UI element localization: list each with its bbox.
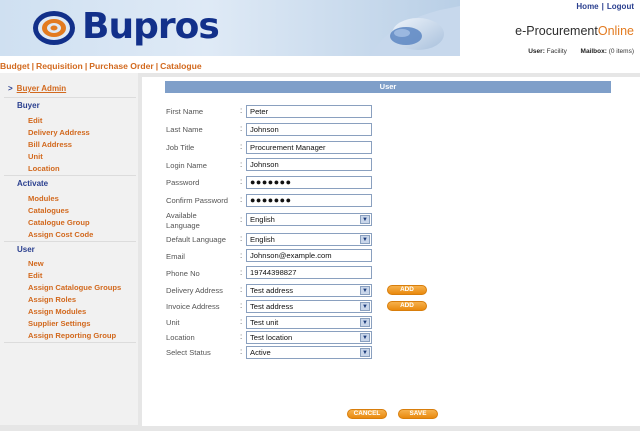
form-title-bar: User bbox=[165, 81, 611, 93]
logout-link[interactable]: Logout bbox=[607, 2, 634, 11]
add-invoice-address-button[interactable]: ADD bbox=[387, 301, 427, 311]
sidebar-item-assign-reporting-group[interactable]: Assign Reporting Group bbox=[28, 331, 116, 340]
cancel-button[interactable]: CANCEL bbox=[347, 409, 387, 419]
nav-purchase-order[interactable]: Purchase Order bbox=[89, 61, 153, 71]
home-link[interactable]: Home bbox=[576, 2, 598, 11]
nav-budget[interactable]: Budget bbox=[0, 61, 30, 71]
job-title-label: Job Title bbox=[166, 143, 195, 152]
hand-mouse-icon bbox=[370, 6, 460, 56]
main-nav: Budget | Requisition | Purchase Order | Catalo… bbox=[0, 61, 202, 71]
sidebar-item-unit[interactable]: Unit bbox=[28, 152, 43, 161]
confirm-password-field[interactable]: ●●●●●●● bbox=[246, 194, 372, 207]
user-value: Facility bbox=[546, 48, 567, 55]
sidebar-item-catalogues[interactable]: Catalogues bbox=[28, 206, 69, 215]
sidebar-item-assign-roles[interactable]: Assign Roles bbox=[28, 295, 76, 304]
sidebar-heading-activate: Activate bbox=[17, 179, 49, 188]
unit-select[interactable]: Test unit ▼ bbox=[246, 316, 372, 329]
nav-requisition[interactable]: Requisition bbox=[36, 61, 83, 71]
sidebar-heading-user: User bbox=[17, 245, 35, 254]
location-label: Location bbox=[166, 333, 195, 342]
available-language-select[interactable]: English ▼ bbox=[246, 213, 372, 226]
sidebar-item-location[interactable]: Location bbox=[28, 164, 60, 173]
email-label: Email bbox=[166, 252, 185, 261]
add-delivery-address-button[interactable]: ADD bbox=[387, 285, 427, 295]
password-label: Password bbox=[166, 178, 200, 187]
last-name-field[interactable]: Johnson bbox=[246, 123, 372, 136]
save-button[interactable]: SAVE bbox=[398, 409, 438, 419]
default-language-select[interactable]: English ▼ bbox=[246, 233, 372, 246]
first-name-field[interactable]: Peter bbox=[246, 105, 372, 118]
location-select[interactable]: Test location ▼ bbox=[246, 331, 372, 344]
brand-text: e-Procurement bbox=[515, 24, 598, 38]
delivery-address-select[interactable]: Test address ▼ bbox=[246, 284, 372, 297]
brand-suffix: Online bbox=[597, 24, 634, 38]
phone-field[interactable]: 19744398827 bbox=[246, 266, 372, 279]
invoice-address-select[interactable]: Test address ▼ bbox=[246, 300, 372, 313]
header-banner: Bupros bbox=[0, 0, 460, 56]
sidebar-item-bill-address[interactable]: Bill Address bbox=[28, 140, 72, 149]
bupros-logo-icon bbox=[33, 11, 75, 45]
chevron-down-icon[interactable]: ▼ bbox=[360, 302, 370, 311]
chevron-down-icon[interactable]: ▼ bbox=[360, 235, 370, 244]
invoice-address-label: Invoice Address bbox=[166, 302, 220, 311]
sidebar-item-buyer-edit[interactable]: Edit bbox=[28, 116, 42, 125]
available-language-label: Available Language bbox=[166, 211, 200, 230]
chevron-down-icon[interactable]: ▼ bbox=[360, 318, 370, 327]
sidebar-item-modules[interactable]: Modules bbox=[28, 194, 59, 203]
unit-label: Unit bbox=[166, 318, 180, 327]
password-field[interactable]: ●●●●●●● bbox=[246, 176, 372, 189]
status-label: Select Status bbox=[166, 348, 211, 357]
arrow-right-icon: > bbox=[8, 84, 13, 93]
nav-catalogue[interactable]: Catalogue bbox=[160, 61, 202, 71]
status-select[interactable]: Active ▼ bbox=[246, 346, 372, 359]
first-name-label: First Name bbox=[166, 107, 204, 116]
confirm-password-label: Confirm Password bbox=[166, 196, 229, 205]
login-name-label: Login Name bbox=[166, 161, 207, 170]
chevron-down-icon[interactable]: ▼ bbox=[360, 348, 370, 357]
chevron-down-icon[interactable]: ▼ bbox=[360, 286, 370, 295]
sidebar-heading-buyer: Buyer bbox=[17, 101, 40, 110]
sidebar-item-new[interactable]: New bbox=[28, 259, 44, 268]
sidebar-item-assign-catalogue-groups[interactable]: Assign Catalogue Groups bbox=[28, 283, 121, 292]
top-links: Home | Logout bbox=[576, 2, 634, 11]
email-field[interactable]: Johnson@example.com bbox=[246, 249, 372, 262]
sidebar-item-catalogue-group[interactable]: Catalogue Group bbox=[28, 218, 90, 227]
brand-title: e-ProcurementOnline bbox=[515, 24, 634, 38]
sidebar-admin-link[interactable]: > Buyer Admin bbox=[8, 84, 66, 93]
default-language-label: Default Language bbox=[166, 235, 226, 244]
sidebar-item-assign-modules[interactable]: Assign Modules bbox=[28, 307, 86, 316]
sidebar-item-delivery-address[interactable]: Delivery Address bbox=[28, 128, 90, 137]
sidebar-item-supplier-settings[interactable]: Supplier Settings bbox=[28, 319, 90, 328]
delivery-address-label: Delivery Address bbox=[166, 286, 223, 295]
last-name-label: Last Name bbox=[166, 125, 203, 134]
mailbox-value[interactable]: (0 items) bbox=[609, 48, 634, 55]
user-label: User: bbox=[528, 48, 545, 55]
job-title-field[interactable]: Procurement Manager bbox=[246, 141, 372, 154]
login-name-field[interactable]: Johnson bbox=[246, 158, 372, 171]
content-panel bbox=[142, 77, 640, 426]
logo-text: Bupros bbox=[82, 6, 220, 47]
chevron-down-icon[interactable]: ▼ bbox=[360, 215, 370, 224]
sidebar-item-assign-cost-code[interactable]: Assign Cost Code bbox=[28, 230, 93, 239]
chevron-down-icon[interactable]: ▼ bbox=[360, 333, 370, 342]
mailbox-label: Mailbox: bbox=[580, 48, 607, 55]
user-status-line: User: Facility Mailbox: (0 items) bbox=[528, 48, 634, 55]
phone-label: Phone No bbox=[166, 269, 200, 278]
sidebar-item-user-edit[interactable]: Edit bbox=[28, 271, 42, 280]
